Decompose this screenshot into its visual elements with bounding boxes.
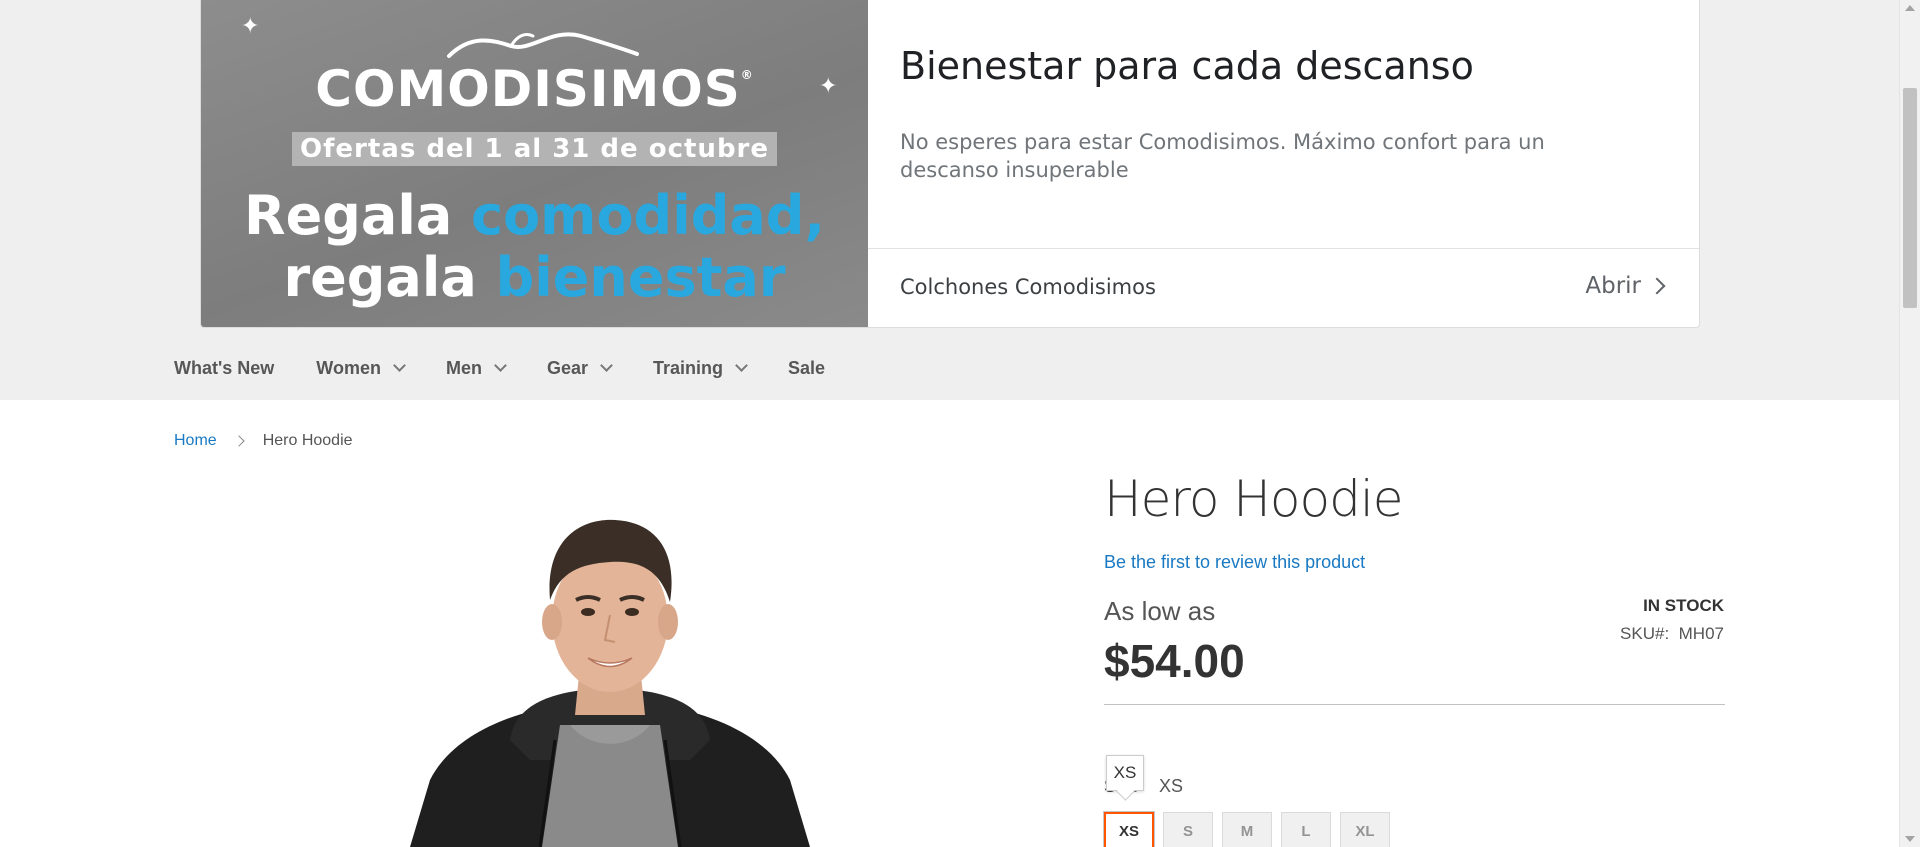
nav-item-sale[interactable]: Sale <box>788 358 825 379</box>
ad-headline-highlight: bienestar <box>495 246 786 309</box>
ad-body[interactable]: Bienestar para cada descanso No esperes … <box>868 0 1699 327</box>
nav-item-whats-new[interactable]: What's New <box>174 358 274 379</box>
ad-open-button[interactable]: Abrir <box>1585 273 1666 299</box>
scroll-up-arrow-icon[interactable] <box>1905 5 1915 11</box>
chevron-right-icon <box>1648 277 1666 295</box>
chevron-right-icon <box>233 435 245 447</box>
size-option-m[interactable]: M <box>1222 812 1272 847</box>
ad-brand-name: COMODISIMOS <box>315 60 741 118</box>
nav-item-label: Men <box>445 358 482 378</box>
nav-item-label: Sale <box>788 358 826 378</box>
product-title: Hero Hoodie <box>1104 470 1403 528</box>
breadcrumb: Home Hero Hoodie <box>174 432 353 450</box>
main-nav: What's New Women Men Gear Training Sale <box>174 358 867 379</box>
ad-headline-highlight: comodidad, <box>471 184 825 247</box>
product-price: $54.00 <box>1104 635 1245 687</box>
size-tooltip: XS <box>1106 755 1144 791</box>
size-option-xl[interactable]: XL <box>1340 812 1390 847</box>
review-link[interactable]: Be the first to review this product <box>1104 552 1365 573</box>
breadcrumb-home-link[interactable]: Home <box>174 432 217 450</box>
scroll-down-arrow-icon[interactable] <box>1905 836 1915 842</box>
ad-brand: COMODISIMOS® <box>201 60 868 118</box>
nav-item-label: Women <box>316 358 381 378</box>
ad-headline-text: Regala <box>244 184 472 247</box>
size-swatches: XS S M L XL <box>1103 811 1390 847</box>
nav-item-men[interactable]: Men <box>445 358 507 379</box>
nav-item-label: Training <box>653 358 724 378</box>
ad-description: No esperes para estar Comodisimos. Máxim… <box>900 130 1545 182</box>
ad-offer: Ofertas del 1 al 31 de octubre <box>291 132 778 166</box>
product-sku: SKU#: MH07 <box>1620 624 1724 644</box>
ad-headline-text: regala <box>283 246 496 309</box>
ad-image[interactable]: ✦ ✦ COMODISIMOS® Ofertas del 1 al 31 de … <box>201 0 868 327</box>
chevron-down-icon <box>735 359 748 372</box>
product-image[interactable] <box>360 490 840 847</box>
chevron-down-icon <box>600 359 613 372</box>
chevron-down-icon <box>494 359 507 372</box>
nav-item-label: Gear <box>546 358 588 378</box>
divider <box>1104 704 1725 705</box>
scrollbar[interactable] <box>1899 0 1920 847</box>
selected-size-label: XS <box>1159 776 1184 796</box>
ad-title[interactable]: Bienestar para cada descanso <box>900 44 1474 88</box>
size-option-xs[interactable]: XS <box>1103 811 1155 847</box>
nav-item-women[interactable]: Women <box>316 358 406 379</box>
ad-advertiser: Colchones Comodisimos <box>900 275 1156 299</box>
size-option-s[interactable]: S <box>1163 812 1213 847</box>
ad-headline-line2: regala bienestar <box>201 248 868 308</box>
registered-mark: ® <box>740 68 754 82</box>
scrollbar-thumb[interactable] <box>1903 88 1917 308</box>
ad-open-label: Abrir <box>1585 273 1641 299</box>
price-prefix: As low as <box>1104 596 1216 626</box>
size-option-l[interactable]: L <box>1281 812 1331 847</box>
ad-banner[interactable]: ✦ ✦ COMODISIMOS® Ofertas del 1 al 31 de … <box>200 0 1700 328</box>
ad-headline-line1: Regala comodidad, <box>201 186 868 246</box>
sku-label: SKU#: <box>1620 624 1670 643</box>
nav-item-training[interactable]: Training <box>653 358 748 379</box>
wave-logo-icon <box>447 32 639 58</box>
sparkle-icon: ✦ <box>241 14 260 39</box>
nav-item-gear[interactable]: Gear <box>546 358 613 379</box>
breadcrumb-current: Hero Hoodie <box>262 432 353 449</box>
ad-footer: Colchones Comodisimos Abrir <box>868 248 1699 327</box>
chevron-down-icon <box>393 359 406 372</box>
nav-item-label: What's New <box>174 358 275 378</box>
stock-status: IN STOCK <box>1643 596 1724 615</box>
sku-value: MH07 <box>1678 624 1724 643</box>
product-photo-illustration <box>410 519 810 847</box>
